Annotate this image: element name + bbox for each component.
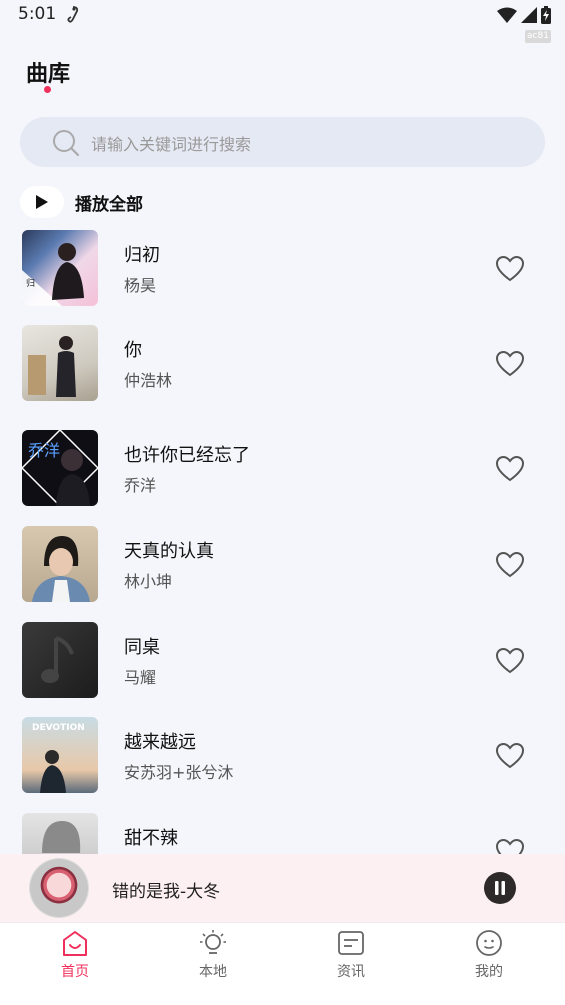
song-title: 归初	[124, 245, 160, 266]
search-bar[interactable]: 请输入关键词进行搜索	[20, 117, 545, 167]
nav-item-news[interactable]: 资讯	[311, 929, 391, 981]
home-smile-icon	[63, 931, 87, 956]
album-cover	[22, 813, 98, 854]
now-playing-title[interactable]: 错的是我-大冬	[112, 877, 220, 902]
song-row[interactable]: 你 仲浩林	[0, 323, 565, 418]
system-icons	[497, 6, 551, 28]
album-cover: 归	[22, 230, 98, 306]
nav-label-home[interactable]: 首页	[35, 961, 115, 981]
song-title: 甜不辣	[124, 828, 178, 849]
song-artist: 乔洋	[124, 476, 157, 495]
album-cover	[22, 325, 98, 401]
play-all-icon-button[interactable]	[20, 186, 64, 218]
favorite-heart-icon[interactable]	[495, 742, 525, 770]
play-all-button[interactable]: 播放全部	[20, 186, 143, 218]
song-row[interactable]: 同桌 马耀	[0, 620, 565, 715]
music-note-icon	[41, 636, 74, 683]
nav-label-mine[interactable]: 我的	[449, 961, 529, 981]
music-note-icon	[66, 5, 80, 27]
nav-item-local[interactable]: 本地	[173, 929, 253, 981]
news-icon	[338, 931, 364, 955]
song-artist: 林小坤	[124, 572, 173, 591]
debug-tag: ac81	[525, 30, 551, 43]
title-indicator-dot	[44, 86, 51, 93]
song-title: 你	[124, 340, 142, 361]
battery-icon	[541, 6, 551, 28]
play-all-label[interactable]: 播放全部	[75, 190, 143, 215]
page-title: 曲库	[26, 62, 71, 87]
song-artist: 仲浩林	[124, 371, 173, 390]
album-cover	[22, 622, 98, 698]
song-artist: 马耀	[124, 668, 157, 687]
song-row[interactable]: DEVOTION 越来越远 安苏羽+张兮沐	[0, 715, 565, 810]
bottom-nav: 首页 本地 资讯 我的	[0, 922, 565, 1005]
song-title: 越来越远	[124, 732, 196, 753]
favorite-heart-icon[interactable]	[495, 551, 525, 579]
search-input[interactable]: 请输入关键词进行搜索	[91, 131, 251, 155]
nav-label-news[interactable]: 资讯	[311, 961, 391, 981]
favorite-heart-icon[interactable]	[495, 455, 525, 483]
signal-icon	[521, 7, 537, 27]
song-title: 同桌	[124, 637, 160, 658]
album-cover: 乔洋	[22, 430, 98, 506]
wifi-icon	[497, 7, 517, 27]
song-list: 归 归初 杨昊 你 仲浩林 乔洋 也许你已经忘了 乔洋 天真的认真 林小坤 同桌…	[0, 228, 565, 854]
pause-button[interactable]	[484, 872, 516, 904]
profile-face-icon	[476, 930, 502, 956]
album-cover	[22, 526, 98, 602]
favorite-heart-icon[interactable]	[495, 255, 525, 283]
svg-text:归: 归	[26, 277, 35, 289]
song-row[interactable]: 乔洋 也许你已经忘了 乔洋	[0, 428, 565, 523]
now-playing-cover[interactable]	[30, 859, 88, 917]
song-row[interactable]: 天真的认真 林小坤	[0, 524, 565, 619]
song-row[interactable]: 甜不辣	[0, 811, 565, 854]
song-artist: 杨昊	[124, 276, 157, 295]
mini-player[interactable]: 错的是我-大冬	[0, 854, 565, 922]
song-title: 天真的认真	[124, 541, 214, 562]
nav-item-mine[interactable]: 我的	[449, 929, 529, 981]
status-bar: 5:01 ac81	[0, 0, 565, 43]
search-icon	[52, 129, 80, 161]
cover-text: DEVOTION	[32, 723, 85, 733]
lightbulb-icon	[200, 930, 226, 954]
song-artist: 安苏羽+张兮沐	[124, 763, 234, 782]
nav-item-home[interactable]: 首页	[35, 929, 115, 981]
play-icon	[36, 195, 48, 209]
song-title: 也许你已经忘了	[124, 445, 250, 466]
album-cover: DEVOTION	[22, 717, 98, 793]
cover-text: 乔洋	[28, 441, 60, 460]
favorite-heart-icon[interactable]	[495, 647, 525, 675]
song-row[interactable]: 归 归初 杨昊	[0, 228, 565, 323]
status-time: 5:01	[18, 4, 57, 24]
nav-label-local[interactable]: 本地	[173, 961, 253, 981]
favorite-heart-icon[interactable]	[495, 350, 525, 378]
favorite-heart-icon[interactable]	[495, 838, 525, 854]
pause-icon	[495, 881, 505, 895]
